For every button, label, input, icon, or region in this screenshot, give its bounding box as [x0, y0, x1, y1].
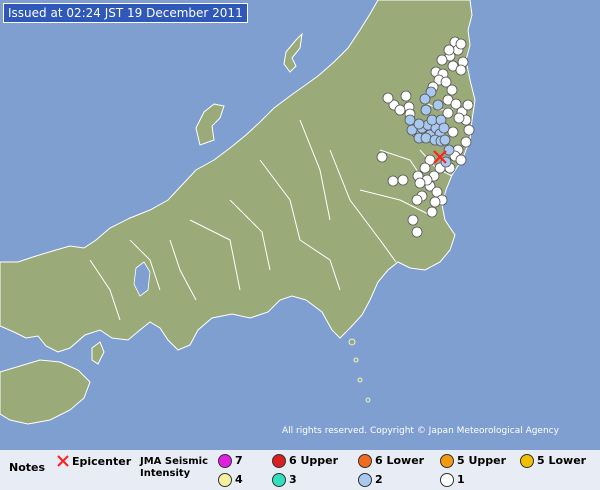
station-intensity-1	[447, 126, 459, 138]
issued-banner: Issued at 02:24 JST 19 December 2011	[3, 3, 248, 23]
intensity-1-swatch	[440, 473, 454, 487]
legend-intensity-title-line2: Intensity	[140, 468, 191, 479]
legend-intensity-title: JMA Seismic Intensity	[140, 456, 208, 480]
intensity-4-label: 4	[235, 473, 243, 486]
izu-island	[357, 377, 363, 383]
station-intensity-1	[455, 38, 467, 50]
station-intensity-2	[439, 134, 451, 146]
intensity-6-lower-swatch	[358, 454, 372, 468]
intensity-6-lower-label: 6 Lower	[375, 454, 425, 467]
izu-island	[365, 397, 371, 403]
intensity-5-upper-swatch	[440, 454, 454, 468]
station-intensity-1	[382, 92, 394, 104]
station-intensity-1	[419, 162, 431, 174]
station-intensity-1	[446, 84, 458, 96]
intensity-1-label: 1	[457, 473, 465, 486]
station-intensity-1	[397, 174, 409, 186]
station-intensity-1	[453, 112, 465, 124]
station-intensity-1	[455, 154, 467, 166]
legend-notes-label: Notes	[9, 461, 46, 474]
station-intensity-1	[400, 90, 412, 102]
intensity-4-swatch	[218, 473, 232, 487]
station-intensity-1	[376, 151, 388, 163]
station-intensity-1	[394, 104, 406, 116]
station-intensity-2	[438, 122, 450, 134]
station-intensity-2	[419, 93, 431, 105]
legend: Notes Epicenter JMA Seismic Intensity 7 …	[0, 450, 600, 490]
station-intensity-1	[407, 214, 419, 226]
station-intensity-2	[432, 99, 444, 111]
station-intensity-2	[420, 104, 432, 116]
intensity-5-upper-label: 5 Upper	[457, 454, 507, 467]
station-intensity-1	[429, 196, 441, 208]
intensity-7-label: 7	[235, 454, 243, 467]
legend-epicenter-label: Epicenter	[72, 455, 132, 468]
station-intensity-1	[411, 194, 423, 206]
izu-island	[353, 357, 359, 363]
station-intensity-1	[387, 175, 399, 187]
intensity-6-upper-label: 6 Upper	[289, 454, 339, 467]
station-intensity-1	[436, 54, 448, 66]
intensity-2-swatch	[358, 473, 372, 487]
intensity-2-label: 2	[375, 473, 383, 486]
map-root: Issued at 02:24 JST 19 December 2011 All…	[0, 0, 600, 490]
station-intensity-1	[443, 44, 455, 56]
station-intensity-1	[426, 206, 438, 218]
station-intensity-1	[462, 99, 474, 111]
station-intensity-1	[463, 124, 475, 136]
station-intensity-1	[460, 136, 472, 148]
station-intensity-1	[455, 64, 467, 76]
station-intensity-1	[414, 177, 426, 189]
intensity-6-upper-swatch	[272, 454, 286, 468]
izu-island	[348, 338, 356, 346]
station-intensity-1	[411, 226, 423, 238]
station-intensity-2	[413, 118, 425, 130]
epicenter-icon	[57, 455, 69, 467]
legend-intensity-title-line1: JMA Seismic	[140, 456, 209, 467]
intensity-5-lower-label: 5 Lower	[537, 454, 587, 467]
intensity-5-lower-swatch	[520, 454, 534, 468]
station-intensity-2	[404, 114, 416, 126]
station-intensity-2	[443, 144, 455, 156]
intensity-7-swatch	[218, 454, 232, 468]
station-intensity-2	[426, 114, 438, 126]
intensity-3-label: 3	[289, 473, 297, 486]
copyright-notice: All rights reserved. Copyright © Japan M…	[282, 426, 559, 436]
station-intensity-2	[420, 132, 432, 144]
map-canvas	[0, 0, 600, 450]
intensity-3-swatch	[272, 473, 286, 487]
